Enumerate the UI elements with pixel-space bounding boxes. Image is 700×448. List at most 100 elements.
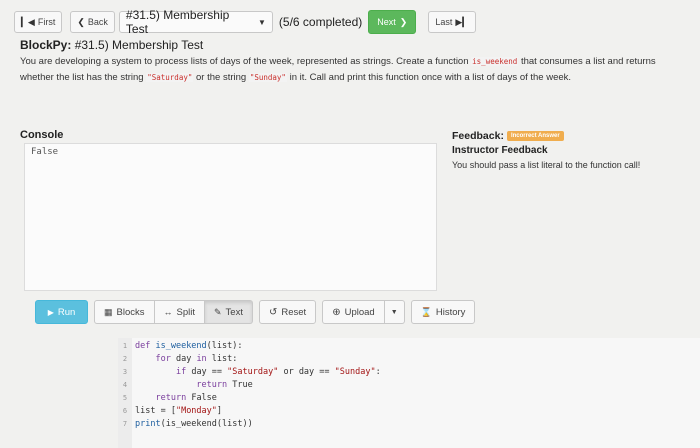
- text-label: Text: [225, 306, 243, 318]
- history-label: History: [435, 306, 466, 318]
- line-number: 3: [122, 368, 128, 376]
- console-output[interactable]: False: [24, 143, 437, 291]
- code-line: 5 return False: [118, 392, 217, 404]
- first-button[interactable]: ▎◀ First: [14, 11, 63, 33]
- upload-button[interactable]: ⊕ Upload: [322, 300, 385, 324]
- completion-status: (5/6 completed): [278, 15, 363, 29]
- back-label: Back: [87, 17, 108, 27]
- incorrect-answer-badge: Incorrect Answer: [506, 131, 564, 141]
- last-icon: ▶▎: [455, 16, 470, 27]
- code-text: return False: [132, 393, 216, 403]
- line-number: 7: [122, 420, 128, 428]
- reset-label: Reset: [281, 306, 307, 318]
- description-text: in it. Call and print this function once…: [286, 72, 572, 83]
- console-output-text: False: [31, 147, 59, 157]
- pencil-icon: ✎: [213, 306, 222, 317]
- line-number: 6: [122, 407, 128, 415]
- code-editor[interactable]: 1 def is_weekend(list): 2 for day in lis…: [118, 338, 700, 448]
- chevron-right-icon: ❯: [399, 16, 408, 27]
- code-line: 6 list = ["Monday"]: [118, 405, 222, 417]
- split-icon: ↔: [163, 307, 173, 317]
- run-label: Run: [57, 306, 76, 318]
- description-text: or the string: [193, 72, 249, 83]
- code-token: in: [196, 354, 207, 364]
- blocks-icon: ▦: [104, 306, 113, 317]
- code-token: list:: [206, 354, 238, 364]
- problem-navigation: ▎◀ First ❮ Back #31.5) Membership Test ▼…: [14, 8, 477, 36]
- run-button[interactable]: ▶ Run: [35, 300, 88, 324]
- first-label: First: [37, 17, 56, 27]
- code-token: def: [135, 341, 156, 351]
- chevron-left-icon: ❮: [77, 16, 85, 27]
- code-text: if day == "Saturday" or day == "Sunday":: [132, 367, 381, 377]
- upload-label: Upload: [344, 306, 375, 318]
- next-button[interactable]: Next ❯: [368, 10, 417, 34]
- code-token: True: [227, 380, 253, 390]
- text-button[interactable]: ✎ Text: [204, 300, 253, 324]
- code-line: 3 if day == "Saturday" or day == "Sunday…: [118, 366, 381, 378]
- caret-down-icon: ▼: [257, 17, 266, 27]
- code-line: 1 def is_weekend(list):: [118, 340, 243, 352]
- next-label: Next: [377, 17, 396, 27]
- problem-title-prefix: BlockPy:: [20, 38, 72, 52]
- upload-dropdown-button[interactable]: ▼: [384, 300, 405, 324]
- line-number: 4: [122, 381, 128, 389]
- code-token: "Sunday": [334, 367, 376, 377]
- last-label: Last: [435, 17, 453, 27]
- problem-select[interactable]: #31.5) Membership Test ▼: [118, 8, 273, 36]
- code-text: print(is_weekend(list)): [132, 419, 253, 429]
- problem-title-text: #31.5) Membership Test: [71, 38, 204, 52]
- line-number: 2: [122, 355, 128, 363]
- code-token: (list):: [206, 341, 243, 351]
- code-token: if: [175, 367, 187, 377]
- feedback-subtitle: Instructor Feedback: [452, 145, 548, 156]
- split-button[interactable]: ↔ Split: [154, 300, 205, 324]
- code-token: :: [375, 367, 381, 377]
- code-line: 4 return True: [118, 379, 253, 391]
- line-number: 1: [122, 342, 128, 350]
- sunday-code: "Sunday": [248, 73, 287, 82]
- code-token: print: [135, 419, 161, 429]
- console-label: Console: [20, 129, 64, 141]
- caret-down-icon: ▼: [390, 308, 398, 316]
- code-line: 7 print(is_weekend(list)): [118, 418, 253, 430]
- code-token: or day ==: [278, 367, 335, 377]
- blocks-button[interactable]: ▦ Blocks: [94, 300, 155, 324]
- code-text: return True: [132, 380, 253, 390]
- history-button[interactable]: ⌛ History: [410, 300, 476, 324]
- code-token: "Saturday": [227, 367, 279, 377]
- code-token: list = [: [135, 406, 176, 416]
- code-token: ]: [216, 406, 223, 416]
- upload-icon: ⊕: [332, 306, 341, 318]
- saturday-code: "Saturday": [146, 73, 194, 82]
- split-label: Split: [176, 306, 195, 318]
- code-token: (is_weekend(list)): [160, 419, 253, 429]
- hourglass-icon: ⌛: [420, 306, 432, 317]
- feedback-label: Feedback:: [452, 130, 504, 142]
- code-token: is_weekend: [155, 341, 207, 351]
- reset-button[interactable]: ↺ Reset: [258, 300, 317, 324]
- code-text: def is_weekend(list):: [132, 341, 243, 351]
- first-icon: ▎◀: [21, 16, 35, 27]
- back-button[interactable]: ❮ Back: [70, 11, 115, 33]
- problem-title: BlockPy: #31.5) Membership Test: [20, 38, 203, 52]
- code-token: for: [155, 354, 171, 364]
- code-token: day ==: [186, 367, 228, 377]
- function-name-code: is_weekend: [471, 57, 519, 66]
- code-line: 2 for day in list:: [118, 353, 238, 365]
- code-token: return: [155, 393, 187, 403]
- feedback-panel: Feedback: Incorrect Answer Instructor Fe…: [452, 130, 692, 170]
- description-text: You are developing a system to process l…: [20, 56, 472, 67]
- code-token: return: [196, 380, 228, 390]
- last-button[interactable]: Last ▶▎: [428, 11, 477, 33]
- problem-description: You are developing a system to process l…: [20, 54, 660, 86]
- reset-icon: ↺: [268, 306, 278, 318]
- blocks-label: Blocks: [116, 306, 145, 318]
- problem-select-value: #31.5) Membership Test: [125, 8, 230, 36]
- code-token: "Monday": [175, 406, 217, 416]
- code-text: list = ["Monday"]: [132, 406, 222, 416]
